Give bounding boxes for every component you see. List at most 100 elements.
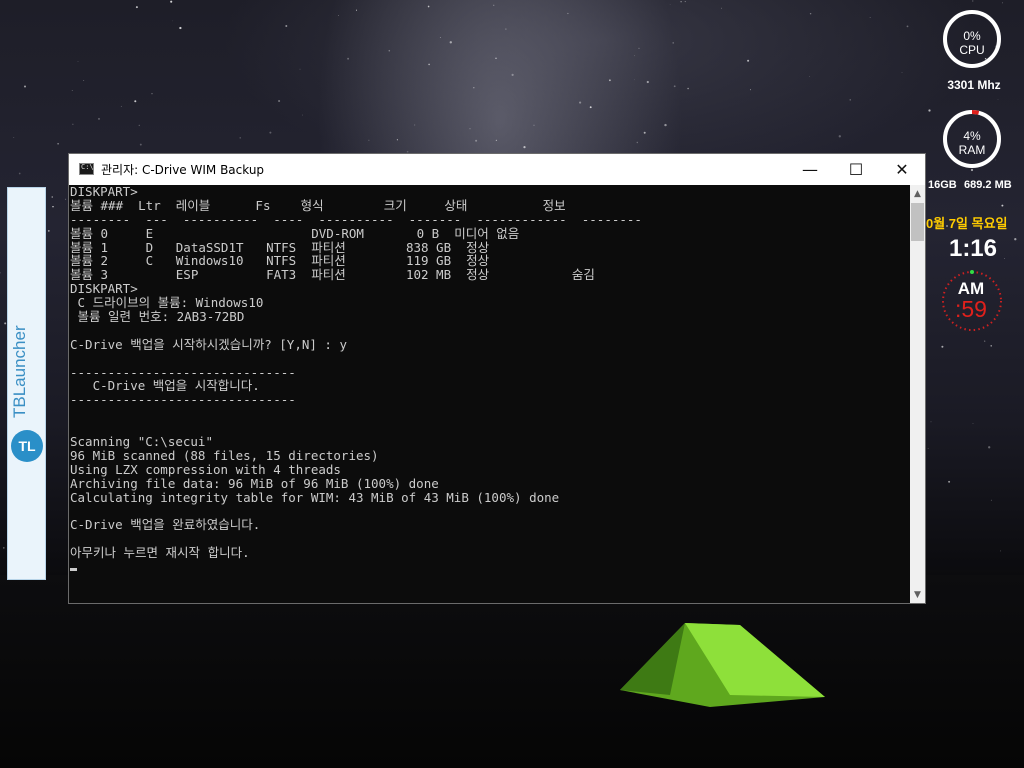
scroll-thumb[interactable] <box>911 203 924 241</box>
star <box>83 80 85 82</box>
console-line: 96 MiB scanned (88 files, 15 directories… <box>70 447 379 463</box>
console-app-icon <box>79 163 94 175</box>
console-line: DISKPART> <box>70 281 138 297</box>
console-line: C-Drive 백업을 시작합니다. <box>70 378 260 394</box>
console-line: Scanning "C:\secui" <box>70 434 213 450</box>
star <box>495 57 497 60</box>
star <box>646 80 649 84</box>
cpu-percent: 0% <box>963 29 981 43</box>
star <box>138 124 141 127</box>
star <box>941 345 944 348</box>
console-window[interactable]: 관리자: C-Drive WIM Backup — ☐ ✕ DISKPART> … <box>68 153 926 604</box>
star <box>930 421 932 423</box>
minimize-button[interactable]: — <box>787 154 833 185</box>
ram-total: 16GB <box>928 179 957 191</box>
star <box>567 12 569 15</box>
title-bar[interactable]: 관리자: C-Drive WIM Backup — ☐ ✕ <box>69 154 925 185</box>
star <box>747 59 750 62</box>
star <box>170 0 173 3</box>
tblauncher-bar[interactable]: TBLauncher TL <box>7 187 46 580</box>
star <box>1001 204 1004 207</box>
star <box>299 68 301 70</box>
star <box>0 272 1 274</box>
scroll-down-arrow-icon[interactable]: ▼ <box>910 586 925 603</box>
console-line: -------- --- ---------- ---- ---------- … <box>70 211 642 227</box>
star <box>684 1 686 3</box>
star <box>2 547 5 549</box>
star <box>269 131 272 134</box>
star <box>388 49 391 52</box>
ram-label: RAM <box>958 143 986 157</box>
star <box>77 60 79 62</box>
star <box>396 139 398 141</box>
star <box>439 37 441 38</box>
console-line: 볼륨 1 D DataSSD1T NTFS 파티션 838 GB 정상 <box>70 239 490 255</box>
console-line: ------------------------------ <box>70 364 296 380</box>
console-line: 볼륨 3 ESP FAT3 파티션 102 MB 정상 숨김 <box>70 267 595 283</box>
star <box>838 135 841 138</box>
star <box>928 109 931 112</box>
star <box>720 7 722 9</box>
star <box>990 345 992 347</box>
star <box>997 99 999 100</box>
star <box>72 123 74 125</box>
star <box>135 6 138 9</box>
star <box>990 499 992 501</box>
star <box>988 446 991 449</box>
console-line: 아무키나 누르면 재시작 합니다. <box>70 545 250 561</box>
console-output[interactable]: DISKPART> 볼륨 ### Ltr 레이블 Fs 형식 크기 상태 정보 … <box>69 185 910 603</box>
star <box>278 99 281 103</box>
star <box>643 131 646 134</box>
star <box>680 0 682 3</box>
star <box>1002 2 1003 4</box>
star <box>469 128 471 130</box>
ram-used: 689.2 MB <box>964 179 1012 191</box>
window-title: 관리자: C-Drive WIM Backup <box>101 163 265 177</box>
close-button[interactable]: ✕ <box>879 154 925 185</box>
console-line: C-Drive 백업을 시작하시겠습니까? [Y,N] : y <box>70 336 348 352</box>
star <box>139 143 142 146</box>
star <box>4 322 7 325</box>
star <box>71 90 73 91</box>
vertical-scrollbar[interactable]: ▲ ▼ <box>910 185 925 603</box>
star <box>413 124 416 126</box>
star <box>634 79 635 81</box>
star <box>906 25 909 28</box>
star <box>849 99 851 101</box>
console-line: ------------------------------ <box>70 392 296 408</box>
star <box>65 198 67 200</box>
star <box>120 105 122 107</box>
tblauncher-logo-icon[interactable]: TL <box>11 430 43 462</box>
console-line: 볼륨 2 C Windows10 NTFS 파티션 119 GB 정상 <box>70 253 490 269</box>
star <box>673 85 676 88</box>
star <box>638 47 640 50</box>
star <box>97 117 101 120</box>
star <box>927 448 929 449</box>
console-line: Calculating integrity table for WIM: 43 … <box>70 489 560 505</box>
cpu-label: CPU <box>959 43 985 57</box>
star <box>368 139 370 141</box>
maximize-button[interactable]: ☐ <box>833 154 879 185</box>
star <box>473 86 475 89</box>
star <box>669 3 671 5</box>
star <box>533 124 535 126</box>
star <box>984 340 986 342</box>
star <box>18 172 21 175</box>
star <box>427 5 430 8</box>
time-display: 1:16 <box>948 235 998 262</box>
scroll-up-arrow-icon[interactable]: ▲ <box>910 185 925 202</box>
star <box>57 143 59 145</box>
star <box>634 55 635 57</box>
text-cursor <box>70 568 77 572</box>
console-line: C-Drive 백업을 완료하였습니다. <box>70 517 261 533</box>
star <box>809 76 810 77</box>
star <box>636 141 638 144</box>
star <box>13 136 15 138</box>
star <box>172 20 174 22</box>
star <box>1014 238 1017 241</box>
star <box>687 87 689 90</box>
star <box>179 26 182 30</box>
